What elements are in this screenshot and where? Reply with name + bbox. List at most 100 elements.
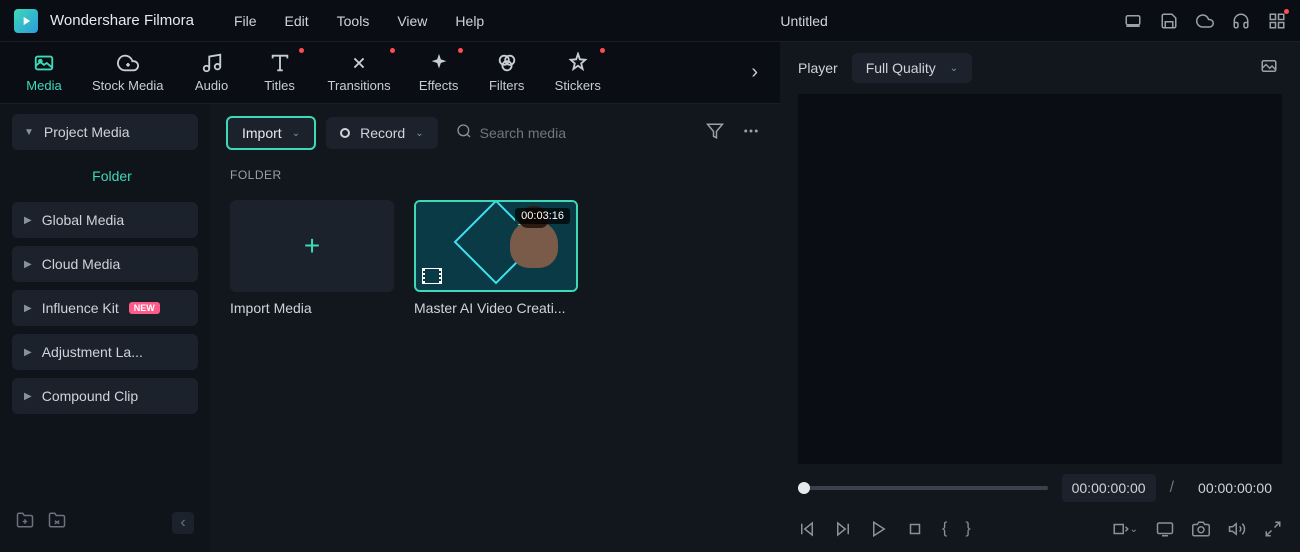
collapse-sidebar-icon[interactable]: ‹ — [172, 512, 194, 534]
record-icon — [340, 128, 350, 138]
sidebar-item-influence-kit[interactable]: ▶ Influence Kit NEW — [12, 290, 198, 326]
delete-folder-icon[interactable] — [48, 511, 66, 534]
chevron-down-icon: ⌄ — [415, 128, 423, 139]
snapshot-icon[interactable] — [1256, 53, 1282, 84]
sidebar-item-folder[interactable]: Folder — [26, 158, 198, 194]
folder-label: FOLDER — [210, 162, 780, 188]
duration-badge: 00:03:16 — [515, 208, 570, 224]
display-icon[interactable] — [1156, 520, 1174, 538]
cloud-icon[interactable] — [1196, 12, 1214, 30]
record-label: Record — [360, 125, 405, 141]
mark-in-icon[interactable]: { — [942, 520, 947, 538]
tab-label: Titles — [264, 78, 295, 93]
import-media-tile[interactable]: + Import Media — [230, 200, 394, 316]
project-title: Untitled — [484, 13, 1124, 29]
chevron-right-icon: ▶ — [24, 391, 32, 402]
menu-edit[interactable]: Edit — [285, 13, 309, 29]
quality-select[interactable]: Full Quality ⌄ — [852, 53, 972, 83]
scrubber-handle[interactable] — [798, 482, 810, 494]
camera-icon[interactable] — [1192, 520, 1210, 538]
tab-filters[interactable]: Filters — [477, 46, 537, 99]
tab-effects[interactable]: Effects — [409, 46, 469, 99]
play-icon[interactable] — [870, 520, 888, 538]
sidebar-item-global-media[interactable]: ▶ Global Media — [12, 202, 198, 238]
tab-audio[interactable]: Audio — [182, 46, 242, 99]
app-logo — [14, 9, 38, 33]
sidebar-item-adjustment-layer[interactable]: ▶ Adjustment La... — [12, 334, 198, 370]
media-icon — [33, 52, 55, 74]
player-controls: { } ⌄ — [780, 512, 1300, 552]
device-icon[interactable] — [1124, 12, 1142, 30]
tab-label: Effects — [419, 78, 459, 93]
menu-file[interactable]: File — [234, 13, 257, 29]
playback-options-icon[interactable]: ⌄ — [1112, 520, 1138, 538]
media-grid: + Import Media 00:03:16 — [210, 188, 780, 328]
sidebar-item-compound-clip[interactable]: ▶ Compound Clip — [12, 378, 198, 414]
player-timeline: 00:00:00:00 / 00:00:00:00 — [780, 464, 1300, 512]
mark-out-icon[interactable]: } — [965, 520, 970, 538]
tab-label: Audio — [195, 78, 228, 93]
import-label: Import — [242, 125, 282, 141]
tabs-more-icon[interactable]: › — [743, 61, 766, 84]
chevron-down-icon: ⌄ — [950, 63, 958, 74]
brand-name: Wondershare Filmora — [50, 12, 194, 29]
import-button[interactable]: Import ⌄ — [226, 116, 316, 150]
search-input[interactable] — [480, 125, 684, 141]
stickers-icon — [567, 52, 589, 74]
menu-tools[interactable]: Tools — [337, 13, 370, 29]
content: ▼ Project Media Folder ▶ Global Media ▶ … — [0, 104, 780, 552]
stop-icon[interactable] — [906, 520, 924, 538]
headphones-icon[interactable] — [1232, 12, 1250, 30]
fullscreen-icon[interactable] — [1264, 520, 1282, 538]
search-icon — [456, 123, 472, 144]
tab-label: Transitions — [328, 78, 391, 93]
tab-stock-media[interactable]: Stock Media — [82, 46, 174, 99]
titles-icon — [269, 52, 291, 74]
tabs: Media Stock Media Audio Titles Transitio… — [0, 42, 780, 104]
media-name: Master AI Video Creati... — [414, 300, 578, 316]
sidebar-item-label: Cloud Media — [42, 256, 121, 272]
notification-dot — [390, 48, 395, 53]
chevron-down-icon: ▼ — [24, 127, 34, 138]
notification-dot — [600, 48, 605, 53]
tab-label: Filters — [489, 78, 524, 93]
sidebar-item-project-media[interactable]: ▼ Project Media — [12, 114, 198, 150]
volume-icon[interactable] — [1228, 520, 1246, 538]
player-label: Player — [798, 60, 838, 76]
save-icon[interactable] — [1160, 12, 1178, 30]
tab-media[interactable]: Media — [14, 46, 74, 99]
record-button[interactable]: Record ⌄ — [326, 117, 438, 149]
apps-icon[interactable] — [1268, 12, 1286, 30]
tab-transitions[interactable]: Transitions — [318, 46, 401, 99]
menubar: Wondershare Filmora File Edit Tools View… — [0, 0, 1300, 42]
player-header: Player Full Quality ⌄ — [780, 42, 1300, 94]
more-icon[interactable] — [738, 118, 764, 149]
filter-icon[interactable] — [702, 118, 728, 149]
media-clip[interactable]: 00:03:16 Master AI Video Creati... — [414, 200, 578, 316]
menu-view[interactable]: View — [397, 13, 427, 29]
sidebar-item-cloud-media[interactable]: ▶ Cloud Media — [12, 246, 198, 282]
notification-dot — [1284, 9, 1289, 14]
next-frame-icon[interactable] — [834, 520, 852, 538]
menu-help[interactable]: Help — [455, 13, 484, 29]
transitions-icon — [348, 52, 370, 74]
tab-titles[interactable]: Titles — [250, 46, 310, 99]
scrubber[interactable] — [798, 486, 1048, 490]
import-media-thumb: + — [230, 200, 394, 292]
sidebar-item-label: Folder — [92, 168, 132, 184]
chevron-right-icon: ▶ — [24, 259, 32, 270]
tab-stickers[interactable]: Stickers — [545, 46, 611, 99]
media-name: Import Media — [230, 300, 394, 316]
menubar-right — [1124, 12, 1286, 30]
effects-icon — [428, 52, 450, 74]
tab-label: Stickers — [555, 78, 601, 93]
timecode-current: 00:00:00:00 — [1062, 474, 1156, 502]
sidebar-item-label: Compound Clip — [42, 388, 139, 404]
player-viewport[interactable] — [798, 94, 1282, 464]
media-clip-thumb: 00:03:16 — [414, 200, 578, 292]
new-badge: NEW — [129, 302, 160, 314]
chevron-right-icon: ▶ — [24, 347, 32, 358]
prev-frame-icon[interactable] — [798, 520, 816, 538]
plus-icon: + — [304, 230, 320, 262]
new-folder-icon[interactable] — [16, 511, 34, 534]
